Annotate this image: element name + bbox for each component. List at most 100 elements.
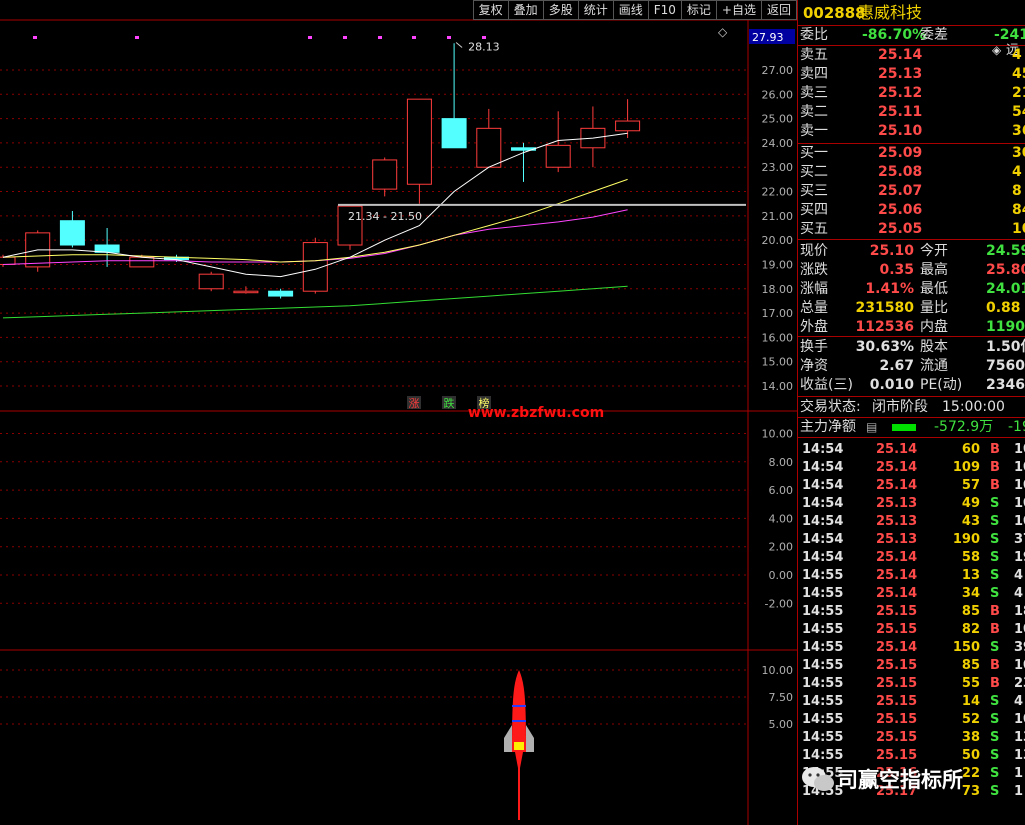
tick-row[interactable]: 14:55 25.14 34 S 4 <box>798 585 1025 603</box>
signal-dot <box>482 36 486 39</box>
tick-row[interactable]: 14:55 25.14 13 S 4 <box>798 567 1025 585</box>
stats-value-2: 0.88 <box>986 300 1021 316</box>
stats-value-2: 25.80 <box>986 262 1025 278</box>
tick-row[interactable]: 14:54 25.14 57 B 10 <box>798 477 1025 495</box>
bids-label: 买三 <box>800 183 828 199</box>
candle-body <box>0 256 16 265</box>
tick-row[interactable]: 14:54 25.14 60 B 10 <box>798 441 1025 459</box>
tick-side: B <box>990 460 1000 475</box>
toolbar-button-0[interactable]: 复权 <box>472 0 509 20</box>
tick-side: S <box>990 532 1000 547</box>
stats-value-2: 24.59 <box>986 243 1025 259</box>
tick-count: 18 <box>1014 604 1025 619</box>
stats2-row: 收益(三) 0.010 PE(动) 2346.1 <box>798 376 1025 395</box>
bids-price: 25.08 <box>878 164 923 180</box>
asks-row[interactable]: 卖一 25.10 365 <box>798 122 1025 141</box>
tick-row[interactable]: 14:54 25.13 190 S 37 <box>798 531 1025 549</box>
bids-volume: 84 <box>1012 202 1025 218</box>
high-label: 28.13 <box>468 41 500 54</box>
price-tick-label: 14.00 <box>762 380 794 393</box>
stats2-value: 0.010 <box>869 377 914 393</box>
sub1-tick-label: 4.00 <box>769 512 794 525</box>
tick-side: B <box>990 604 1000 619</box>
tick-row[interactable]: 14:54 25.14 58 S 19 <box>798 549 1025 567</box>
bids-volume: 30 <box>1012 145 1025 161</box>
toolbar-button-8[interactable]: 返回 <box>761 0 797 20</box>
stats-row: 总量 231580 量比 0.88 <box>798 299 1025 318</box>
tick-row[interactable]: 14:55 25.15 38 S 13 <box>798 729 1025 747</box>
tick-volume: 38 <box>961 730 980 745</box>
asks-volume: 365 <box>1012 123 1025 139</box>
tick-price: 25.13 <box>876 514 918 529</box>
stock-code[interactable]: 002888 <box>803 2 866 24</box>
stats-label: 涨跌 <box>800 262 828 278</box>
asks-label: 卖四 <box>800 66 828 82</box>
price-tick-label: 19.00 <box>762 258 794 271</box>
candle-body <box>94 244 120 253</box>
sub2-tick-label: 10.00 <box>762 664 794 677</box>
bids-row[interactable]: 买五 25.05 10 <box>798 220 1025 239</box>
asks-row[interactable]: 卖五 25.14 4 <box>798 46 1025 65</box>
tick-row[interactable]: 14:54 25.14 109 B 10 <box>798 459 1025 477</box>
asks-volume: 4 <box>1012 47 1022 63</box>
trade-state-time: 15:00:00 <box>942 399 1005 415</box>
tick-row[interactable]: 14:55 25.15 52 S 10 <box>798 711 1025 729</box>
tick-count: 19 <box>1014 550 1025 565</box>
tick-row[interactable]: 14:55 25.15 85 B 18 <box>798 603 1025 621</box>
rocket-fin <box>504 725 512 752</box>
tick-volume: 190 <box>952 532 980 547</box>
tick-price: 25.14 <box>876 460 918 475</box>
tick-price: 25.14 <box>876 586 918 601</box>
toolbar-button-3[interactable]: 统计 <box>578 0 614 20</box>
asks-row[interactable]: 卖四 25.13 45 <box>798 65 1025 84</box>
wechat-icon <box>802 767 834 791</box>
toolbar-button-5[interactable]: F10 <box>648 0 682 20</box>
tick-row[interactable]: 14:55 25.14 150 S 39 <box>798 639 1025 657</box>
toolbar-button-7[interactable]: +自选 <box>716 0 762 20</box>
bids-price: 25.06 <box>878 202 923 218</box>
main-force-label[interactable]: 主力净额 <box>800 418 856 437</box>
signal-text: 涨 <box>409 397 420 410</box>
sub1-tick-label: 6.00 <box>769 484 794 497</box>
candle-body <box>129 256 155 268</box>
tick-row[interactable]: 14:55 25.15 85 B 10 <box>798 657 1025 675</box>
bids-row[interactable]: 买四 25.06 84 <box>798 201 1025 220</box>
list-icon[interactable]: ▤ <box>866 418 877 437</box>
asks-row[interactable]: 卖二 25.11 540 <box>798 103 1025 122</box>
rocket-stripe <box>512 705 526 707</box>
stats2-value-2: 7560万 <box>986 358 1025 374</box>
tick-row[interactable]: 14:55 25.15 55 B 23 <box>798 675 1025 693</box>
toolbar-button-4[interactable]: 画线 <box>613 0 649 20</box>
tick-row[interactable]: 14:55 25.15 14 S 4 <box>798 693 1025 711</box>
tick-side: B <box>990 478 1000 493</box>
price-tick-label: 27.00 <box>762 64 794 77</box>
tick-row[interactable]: 14:54 25.13 49 S 10 <box>798 495 1025 513</box>
bids-row[interactable]: 买二 25.08 4 <box>798 163 1025 182</box>
price-tag: 27.93 <box>752 31 784 44</box>
asks-row[interactable]: 卖三 25.12 218 <box>798 84 1025 103</box>
bids-volume: 8 <box>1012 183 1022 199</box>
toolbar-button-6[interactable]: 标记 <box>681 0 717 20</box>
tick-volume: 58 <box>961 550 980 565</box>
asks-volume: 540 <box>1012 104 1025 120</box>
toolbar-button-2[interactable]: 多股 <box>543 0 579 20</box>
price-tick-label: 17.00 <box>762 307 794 320</box>
tick-volume: 14 <box>961 694 980 709</box>
kline-chart-area[interactable]: 14.00 15.00 16.00 17.00 18.00 19.00 20.00 21.00… <box>0 0 797 825</box>
tick-volume: 82 <box>961 622 980 637</box>
chart-toolbar: 复权 叠加 多股 统计 画线 F10 标记 +自选 返回 <box>472 0 797 20</box>
stock-name[interactable]: 惠威科技 <box>858 2 922 24</box>
chart-canvas[interactable]: 14.00 15.00 16.00 17.00 18.00 19.00 20.00 21.00… <box>0 0 797 825</box>
toolbar-button-1[interactable]: 叠加 <box>508 0 544 20</box>
tick-time: 14:55 <box>802 640 844 655</box>
tick-row[interactable]: 14:54 25.13 43 S 10 <box>798 513 1025 531</box>
range-label: 21.34 - 21.50 <box>348 210 422 223</box>
tick-side: B <box>990 442 1000 457</box>
tick-row[interactable]: 14:55 25.15 82 B 10 <box>798 621 1025 639</box>
bids-row[interactable]: 买一 25.09 30 <box>798 144 1025 163</box>
tick-time: 14:54 <box>802 460 844 475</box>
tick-side: S <box>990 694 1000 709</box>
sub1-tick-label: 0.00 <box>769 569 794 582</box>
stats2-value-2: 1.50亿 <box>986 339 1025 355</box>
bids-row[interactable]: 买三 25.07 8 <box>798 182 1025 201</box>
